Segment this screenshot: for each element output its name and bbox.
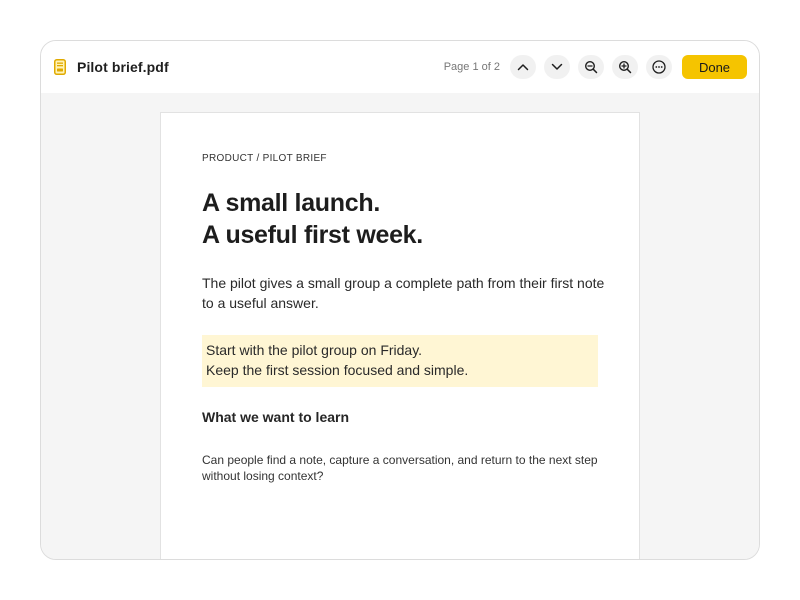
document-canvas[interactable]: PRODUCT / PILOT BRIEF A small launch. A … — [41, 93, 759, 559]
pdf-page: PRODUCT / PILOT BRIEF A small launch. A … — [160, 112, 640, 559]
document-headline: A small launch. A useful first week. — [202, 187, 423, 251]
headline-line: A small launch. — [202, 189, 380, 217]
chevron-up-icon — [517, 64, 529, 71]
page-indicator: Page 1 of 2 — [443, 61, 500, 73]
document-eyebrow: PRODUCT / PILOT BRIEF — [202, 153, 327, 164]
done-button[interactable]: Done — [682, 55, 747, 79]
zoom-in-icon — [618, 60, 632, 74]
file-name: Pilot brief.pdf — [77, 59, 169, 75]
intro-paragraph: The pilot gives a small group a complete… — [202, 275, 605, 311]
zoom-in-button[interactable] — [612, 55, 638, 79]
more-options-button[interactable] — [646, 55, 672, 79]
pdf-viewer-window: Pilot brief.pdf Page 1 of 2 Done PRODUCT… — [40, 40, 760, 560]
zoom-out-button[interactable] — [578, 55, 604, 79]
zoom-out-icon — [584, 60, 598, 74]
viewer-toolbar: Pilot brief.pdf Page 1 of 2 Done — [41, 41, 759, 93]
previous-page-button[interactable] — [510, 55, 536, 79]
highlight-line: Keep the first session focused and simpl… — [206, 362, 469, 378]
section-body: Can people find a note, capture a conver… — [202, 453, 598, 483]
chevron-down-icon — [551, 63, 563, 70]
pdf-file-icon — [53, 58, 67, 76]
highlighted-text: Start with the pilot group on Friday. Ke… — [202, 335, 598, 387]
section-heading: What we want to learn — [202, 409, 350, 425]
more-horizontal-icon — [652, 60, 666, 74]
next-page-button[interactable] — [544, 55, 570, 79]
highlight-line: Start with the pilot group on Friday. — [206, 342, 423, 358]
headline-line: A useful first week. — [202, 221, 423, 249]
